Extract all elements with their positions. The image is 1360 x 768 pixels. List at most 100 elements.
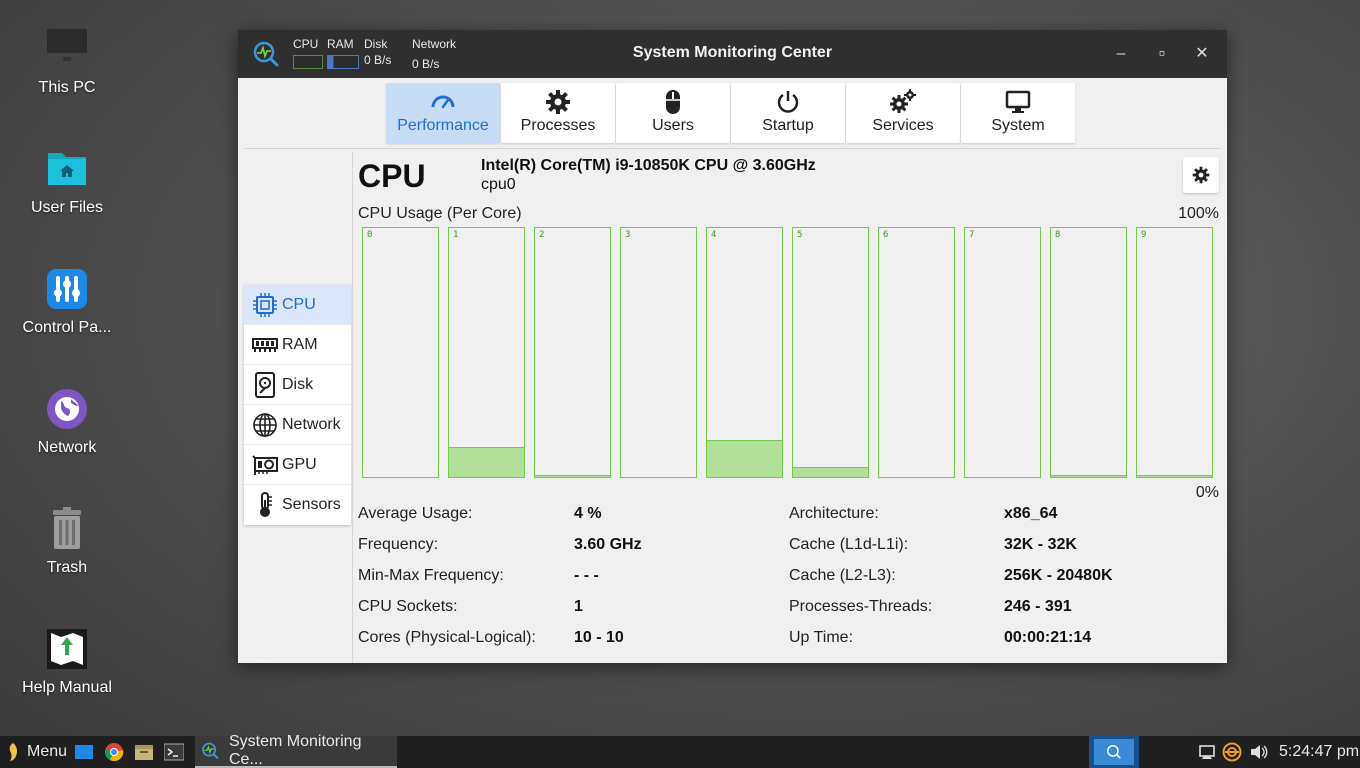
sidebar-item-cpu[interactable]: CPU: [244, 285, 351, 325]
taskbar-window-system-monitor[interactable]: System Monitoring Ce...: [195, 733, 397, 768]
sidebar-item-label: Network: [282, 415, 341, 433]
stat-value: - - -: [574, 567, 599, 584]
mouse-icon: [666, 90, 680, 114]
sidebar-item-network[interactable]: Network: [244, 405, 351, 445]
notifications-tray[interactable]: [1199, 736, 1215, 768]
stat-label: Architecture:: [789, 505, 879, 522]
desktop-icon-network[interactable]: Network: [0, 387, 134, 457]
tab-services[interactable]: Services: [846, 83, 960, 143]
gear-icon: [546, 90, 570, 114]
browser-launcher[interactable]: [104, 736, 124, 768]
tab-performance[interactable]: Performance: [386, 83, 500, 143]
power-icon: [777, 91, 799, 113]
desktop-icon-control-panel[interactable]: Control Pa...: [0, 267, 134, 337]
stat-row: Frequency: 3.60 GHz: [358, 536, 642, 567]
title-bar[interactable]: CPU RAM Disk 0 B/s Network 0 B/s System …: [238, 30, 1227, 78]
core-usage-graph: 6: [878, 227, 955, 478]
app-logo-icon: [202, 742, 219, 760]
close-button[interactable]: ✕: [1190, 42, 1214, 66]
core-usage-graph: 8: [1050, 227, 1127, 478]
core-usage-graph: 7: [964, 227, 1041, 478]
stat-row: Cache (L1d-L1i): 32K - 32K: [789, 536, 1113, 567]
core-number-label: 1: [453, 230, 459, 240]
sidebar-item-label: GPU: [282, 455, 317, 473]
stat-label: Average Usage:: [358, 505, 473, 522]
tab-startup[interactable]: Startup: [731, 83, 845, 143]
taskbar: Menu System Monitoring Ce... 5:24:47 pm: [0, 733, 1360, 768]
volume-icon: [1251, 745, 1268, 759]
sidebar-item-gpu[interactable]: GPU: [244, 445, 351, 485]
tab-label: System: [991, 117, 1045, 134]
stat-value: 32K - 32K: [1004, 536, 1077, 553]
show-desktop-button[interactable]: [75, 736, 93, 768]
terminal-icon: [164, 743, 184, 761]
core-number-label: 5: [797, 230, 803, 240]
cpu-chip-icon: [253, 292, 277, 317]
core-number-label: 3: [625, 230, 631, 240]
files-icon: [135, 745, 153, 760]
core-usage-fill: [1051, 475, 1126, 477]
core-usage-graph: 4: [706, 227, 783, 478]
core-usage-fill: [535, 475, 610, 477]
tab-label: Users: [652, 117, 694, 134]
sidebar-item-disk[interactable]: Disk: [244, 365, 351, 405]
control-panel-icon: [45, 267, 89, 311]
desktop-icon: [75, 745, 93, 759]
network-globe-icon: [45, 387, 89, 431]
workspace-1[interactable]: [1094, 739, 1134, 765]
menu-logo-icon: [9, 743, 17, 761]
tab-system[interactable]: System: [961, 83, 1075, 143]
desktop-icon-label: Help Manual: [22, 679, 112, 696]
home-folder-icon: [45, 147, 89, 191]
sidebar-item-sensors[interactable]: Sensors: [244, 485, 351, 525]
stat-value: 246 - 391: [1004, 598, 1072, 615]
stat-row: Min-Max Frequency: - - -: [358, 567, 642, 598]
desktop-icon-this-pc[interactable]: This PC: [0, 27, 134, 97]
desktop-icon-user-files[interactable]: User Files: [0, 147, 134, 217]
desktop-icon-label: Control Pa...: [22, 319, 112, 336]
cpu-panel: CPU Intel(R) Core(TM) i9-10850K CPU @ 3.…: [358, 152, 1219, 663]
tab-users[interactable]: Users: [616, 83, 730, 143]
cpu-title: CPU: [358, 158, 426, 194]
desktop-icon-label: This PC: [38, 79, 96, 96]
volume-tray[interactable]: [1250, 736, 1268, 768]
shield-update-icon: [1222, 742, 1242, 762]
sidebar-item-label: CPU: [282, 295, 316, 313]
stat-value: 10 - 10: [574, 629, 624, 646]
clock[interactable]: 5:24:47 pm: [1279, 736, 1359, 768]
core-usage-graph: 9: [1136, 227, 1213, 478]
tab-label: Processes: [520, 117, 596, 134]
desktop-icon-label: User Files: [30, 199, 103, 216]
minimize-button[interactable]: –: [1109, 42, 1133, 66]
workspace-switcher[interactable]: [1089, 736, 1139, 768]
gears-icon: [890, 89, 916, 113]
cpu-usage-label: CPU Usage (Per Core): [358, 205, 522, 222]
cpu-settings-button[interactable]: [1183, 157, 1219, 193]
sidebar-item-label: RAM: [282, 335, 318, 353]
core-number-label: 8: [1055, 230, 1061, 240]
terminal-launcher[interactable]: [164, 736, 184, 768]
stat-label: CPU Sockets:: [358, 598, 458, 615]
core-usage-graph: 1: [448, 227, 525, 478]
cpu-stats-right: Architecture: x86_64 Cache (L1d-L1i): 32K -…: [789, 505, 1113, 660]
stat-value: 4 %: [574, 505, 602, 522]
core-usage-fill: [1137, 475, 1212, 477]
stat-row: Cache (L2-L3): 256K - 20480K: [789, 567, 1113, 598]
start-menu-button[interactable]: Menu: [6, 736, 67, 768]
stat-label: Up Time:: [789, 629, 854, 646]
desktop-icon-trash[interactable]: Trash: [0, 507, 134, 577]
stat-label: Cores (Physical-Logical):: [358, 629, 536, 646]
window-title: System Monitoring Center: [632, 44, 833, 61]
monitor-icon: [1005, 90, 1031, 113]
core-usage-fill: [707, 440, 782, 477]
main-tabs: Performance Processes Users Startup Serv…: [386, 83, 1075, 143]
chrome-icon: [105, 743, 124, 762]
stat-value: 1: [574, 598, 583, 615]
sidebar-item-ram[interactable]: RAM: [244, 325, 351, 365]
update-manager-tray[interactable]: [1222, 736, 1242, 768]
desktop-icon-help-manual[interactable]: Help Manual: [0, 627, 134, 697]
file-manager-launcher[interactable]: [134, 736, 154, 768]
maximize-button[interactable]: ▫: [1150, 42, 1174, 66]
core-usage-fill: [449, 447, 524, 477]
tab-processes[interactable]: Processes: [501, 83, 615, 143]
